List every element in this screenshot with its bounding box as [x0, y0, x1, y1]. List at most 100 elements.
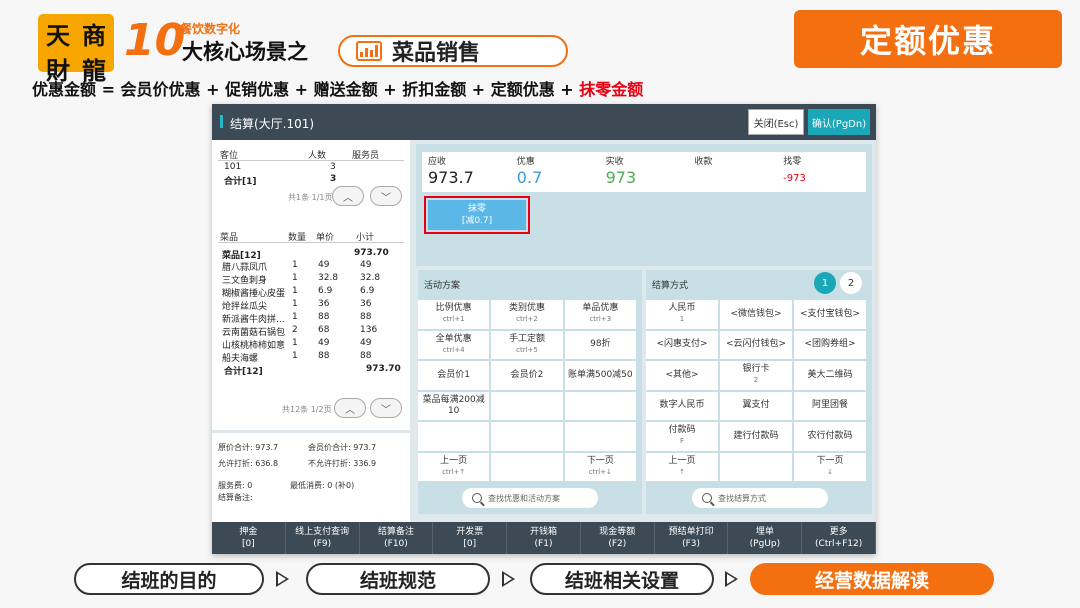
seat-next-button[interactable]: ﹀	[370, 186, 402, 206]
payment-page-1[interactable]: 1	[814, 272, 836, 294]
promo-cell[interactable]: 手工定额 ctrl+5	[491, 330, 563, 359]
toolbar-button[interactable]: 预结单打印 (F3)	[655, 522, 729, 554]
window-header: 结算(大厅.101) 关闭(Esc) 确认(PgDn)	[212, 104, 876, 140]
toolbar-label: 预结单打印	[668, 527, 714, 537]
confirm-button[interactable]: 确认(PgDn)	[808, 109, 870, 135]
formula-highlight: 抹零金额	[579, 80, 644, 99]
promo-cell-shortcut: ctrl+5	[516, 345, 538, 354]
promo-cell	[491, 452, 563, 481]
promo-cell[interactable]: 账单满500减50	[564, 361, 636, 390]
payment-cell[interactable]: 下一页 ↓	[794, 452, 866, 481]
cell: 6.9	[318, 286, 333, 296]
summary-label: 实收	[605, 157, 624, 167]
toolbar-button[interactable]: 开钱箱 (F1)	[507, 522, 581, 554]
toolbar-label: 押金	[239, 527, 258, 537]
table-row[interactable]: 炝拌丝瓜尖 1 36 36	[222, 299, 400, 312]
table-row[interactable]: 新派酱牛肉拼... 1 88 88	[222, 312, 400, 325]
cell: 腊八蒜凤爪	[222, 263, 268, 273]
payment-cell[interactable]: 上一页 ↑	[646, 452, 718, 481]
table-row[interactable]: 云南菌菇石锅包 2 68 136	[222, 325, 400, 338]
table-row[interactable]: 船夫海螺 1 88 88	[222, 351, 400, 364]
table-row[interactable]: 101 3	[224, 162, 336, 172]
promo-cell[interactable]: 下一页 ctrl+↓	[564, 452, 636, 481]
payment-cell[interactable]: 人民币 1	[646, 300, 718, 329]
promo-grid: 比例优惠 ctrl+1 类别优惠 ctrl+2 单品优惠 ctrl+3 全单优惠 ctrl+4…	[418, 300, 636, 481]
promo-cell[interactable]: 98折	[564, 330, 636, 359]
payment-cell-shortcut: ↑	[679, 467, 685, 476]
nav-standard[interactable]: 结班规范	[306, 563, 490, 595]
toolbar-shortcut: [0]	[242, 539, 255, 549]
promo-cell-label: 全单优惠	[435, 333, 472, 344]
promo-cell[interactable]: 菜品每满200减10	[418, 391, 490, 420]
arrow-right-icon	[276, 571, 289, 587]
promo-cell[interactable]: 会员价1	[418, 361, 490, 390]
seat-prev-button[interactable]: ︿	[332, 186, 364, 206]
summary-cell: 实收 973	[600, 152, 689, 192]
payment-cell[interactable]: <微信钱包>	[720, 300, 792, 329]
title-main: 菜品销售	[392, 41, 481, 66]
promo-cell[interactable]: 比例优惠 ctrl+1	[418, 300, 490, 329]
toolbar-button[interactable]: 线上支付查询 (F9)	[286, 522, 360, 554]
bottom-toolbar: 押金 [0] 线上支付查询 (F9) 结算备注 (F10) 开发票 [0] 开钱箱 (F1) 现金等…	[212, 522, 877, 554]
toolbar-button[interactable]: 押金 [0]	[212, 522, 286, 554]
nav-settings[interactable]: 结班相关设置	[530, 563, 714, 595]
toolbar-button[interactable]: 更多 (Ctrl+F12)	[802, 522, 877, 554]
promo-cell[interactable]: 单品优惠 ctrl+3	[564, 300, 636, 329]
payment-cell[interactable]: <团购券组>	[794, 330, 866, 359]
table-row[interactable]: 糊椒酱捶心皮蛋 1 6.9 6.9	[222, 286, 400, 299]
payment-cell[interactable]: 阿里团餐	[794, 391, 866, 420]
toolbar-label: 开发票	[456, 527, 484, 537]
payment-cell[interactable]: 农行付款码	[794, 422, 866, 451]
cell: 49	[318, 260, 330, 270]
cell: 云南菌菇石锅包	[222, 328, 286, 338]
cell: 49	[360, 260, 372, 270]
close-button[interactable]: 关闭(Esc)	[748, 109, 804, 135]
payment-cell-label: <闪惠支付>	[656, 339, 708, 350]
payment-cell[interactable]: 翼支付	[720, 391, 792, 420]
payment-cell[interactable]: <云闪付钱包>	[720, 330, 792, 359]
promo-cell[interactable]: 全单优惠 ctrl+4	[418, 330, 490, 359]
cell: 88	[318, 312, 330, 322]
dish-next-button[interactable]: ﹀	[370, 398, 402, 418]
search-icon	[702, 493, 712, 503]
nav-purpose[interactable]: 结班的目的	[74, 563, 264, 595]
cell: 1	[292, 338, 298, 348]
summary-panel: 应收 973.7 优惠 0.7 实收 973 收款 找零 -973 抹零 [减0.7]	[416, 144, 872, 266]
nav-data-analysis[interactable]: 经营数据解读	[750, 563, 994, 595]
logo-char: 天	[46, 22, 70, 50]
promo-panel: 活动方案 比例优惠 ctrl+1 类别优惠 ctrl+2 单品优惠 ctrl+3 全单优惠 c…	[418, 270, 642, 514]
payment-page-2[interactable]: 2	[840, 272, 862, 294]
payment-cell[interactable]: <闪惠支付>	[646, 330, 718, 359]
payment-cell[interactable]: 付款码 F	[646, 422, 718, 451]
amount-summary: 应收 973.7 优惠 0.7 实收 973 收款 找零 -973	[422, 152, 866, 192]
promo-cell[interactable]: 上一页 ctrl+↑	[418, 452, 490, 481]
toolbar-label: 线上支付查询	[295, 527, 350, 537]
table-row[interactable]: 腊八蒜凤爪 1 49 49	[222, 260, 400, 273]
promo-cell-label: 单品优惠	[582, 303, 619, 314]
payment-cell[interactable]: 美大二维码	[794, 361, 866, 390]
payment-cell[interactable]: <支付宝钱包>	[794, 300, 866, 329]
promo-cell[interactable]: 类别优惠 ctrl+2	[491, 300, 563, 329]
cell: 973.70	[366, 364, 401, 374]
summary-value: 973	[605, 168, 637, 187]
payment-cell[interactable]: 银行卡 2	[720, 361, 792, 390]
payment-cell-shortcut: 2	[753, 376, 759, 385]
payment-cell[interactable]: 数字人民币	[646, 391, 718, 420]
min-spend: 最低消费: 0 (补0)	[290, 481, 355, 490]
toolbar-button[interactable]: 现金等额 (F2)	[581, 522, 655, 554]
round-off-button[interactable]: 抹零 [减0.7]	[424, 196, 530, 234]
table-row[interactable]: 山核桃柿柿如意 1 49 49	[222, 338, 400, 351]
payment-search[interactable]: 查找结算方式	[692, 488, 828, 508]
toolbar-button[interactable]: 开发票 [0]	[433, 522, 508, 554]
payment-cell-label: 银行卡	[742, 364, 770, 375]
promo-search[interactable]: 查找优惠和活动方案	[462, 488, 598, 508]
toolbar-shortcut: (F3)	[682, 539, 701, 549]
toolbar-button[interactable]: 埋单 (PgUp)	[728, 522, 803, 554]
payment-cell[interactable]: 建行付款码	[720, 422, 792, 451]
table-row[interactable]: 三文鱼刺身 1 32.8 32.8	[222, 273, 400, 286]
seat-total: 合计[1] 3	[224, 174, 336, 187]
dish-prev-button[interactable]: ︿	[334, 398, 366, 418]
promo-cell[interactable]: 会员价2	[491, 361, 563, 390]
toolbar-button[interactable]: 结算备注 (F10)	[360, 522, 434, 554]
payment-cell[interactable]: <其他>	[646, 361, 718, 390]
